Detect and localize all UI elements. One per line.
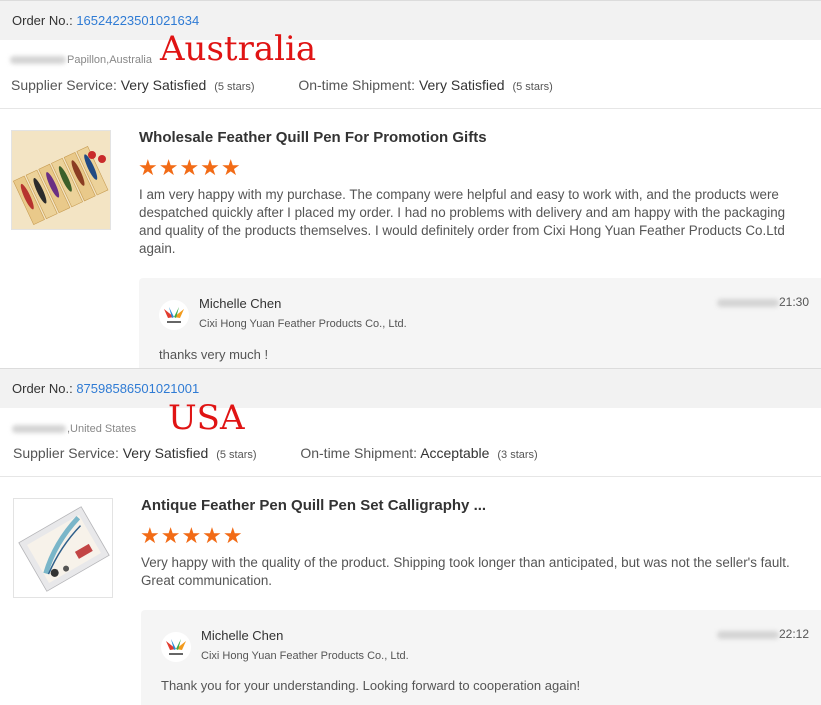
seller-company: Cixi Hong Yuan Feather Products Co., Ltd… (199, 318, 407, 330)
redacted-date (716, 298, 779, 307)
supplier-service-label: Supplier Service: (11, 77, 117, 93)
ratings-row: Supplier Service: Very Satisfied (5 star… (13, 445, 538, 461)
redacted-buyer-name (12, 425, 66, 434)
supplier-service-value: Very Satisfied (120, 77, 207, 93)
supplier-service-value: Very Satisfied (122, 445, 209, 461)
seller-logo (159, 300, 189, 330)
supplier-service-stars: (5 stars) (214, 81, 255, 93)
order-number-label: Order No.: (12, 13, 73, 28)
country-annotation: Australia (160, 29, 317, 69)
order-number-label: Order No.: (12, 381, 73, 396)
rating-stars: ★★★★★ (140, 523, 244, 548)
buyer-location: ,United States (12, 423, 136, 435)
product-title[interactable]: Antique Feather Pen Quill Pen Set Callig… (141, 497, 486, 514)
redacted-date (716, 630, 779, 639)
seller-reply: Michelle Chen Cixi Hong Yuan Feather Pro… (141, 610, 821, 705)
seller-reply: Michelle Chen Cixi Hong Yuan Feather Pro… (139, 278, 821, 368)
country-annotation: USA (168, 398, 245, 438)
supplier-service-stars: (5 stars) (216, 449, 257, 461)
review-text: I am very happy with my purchase. The co… (139, 187, 786, 256)
product-image[interactable] (11, 130, 111, 230)
reply-time: 22:12 (716, 627, 809, 641)
shipment-value: Very Satisfied (418, 77, 505, 93)
reply-time: 21:30 (716, 295, 809, 309)
order-card: Order No.: 16524223501021634 Papillon,Au… (0, 0, 821, 368)
shipment-label: On-time Shipment: (300, 445, 418, 461)
rating-stars: ★★★★★ (138, 155, 242, 180)
reply-message: thanks very much ! (159, 347, 269, 362)
buyer-location: Papillon,Australia (10, 54, 152, 66)
seller-logo (161, 632, 191, 662)
product-image[interactable] (13, 498, 113, 598)
shipment-stars: (3 stars) (497, 449, 538, 461)
redacted-buyer-name (10, 56, 66, 65)
seller-name: Michelle Chen (199, 296, 282, 311)
shipment-label: On-time Shipment: (298, 77, 416, 93)
seller-company: Cixi Hong Yuan Feather Products Co., Ltd… (201, 650, 409, 662)
reply-message: Thank you for your understanding. Lookin… (161, 678, 581, 693)
product-title[interactable]: Wholesale Feather Quill Pen For Promotio… (139, 129, 487, 146)
seller-name: Michelle Chen (201, 628, 284, 643)
divider (0, 108, 821, 109)
divider (0, 476, 821, 477)
order-header: Order No.: 87598586501021001 (0, 368, 821, 408)
order-card: Order No.: 87598586501021001 ,United Sta… (0, 368, 821, 705)
order-header: Order No.: 16524223501021634 (0, 0, 821, 40)
order-number-link[interactable]: 16524223501021634 (76, 13, 199, 28)
order-number-link[interactable]: 87598586501021001 (76, 381, 199, 396)
supplier-service-label: Supplier Service: (13, 445, 119, 461)
ratings-row: Supplier Service: Very Satisfied (5 star… (11, 77, 553, 93)
shipment-value: Acceptable (420, 445, 490, 461)
shipment-stars: (5 stars) (512, 81, 553, 93)
review-text: Very happy with the quality of the produ… (141, 555, 790, 588)
